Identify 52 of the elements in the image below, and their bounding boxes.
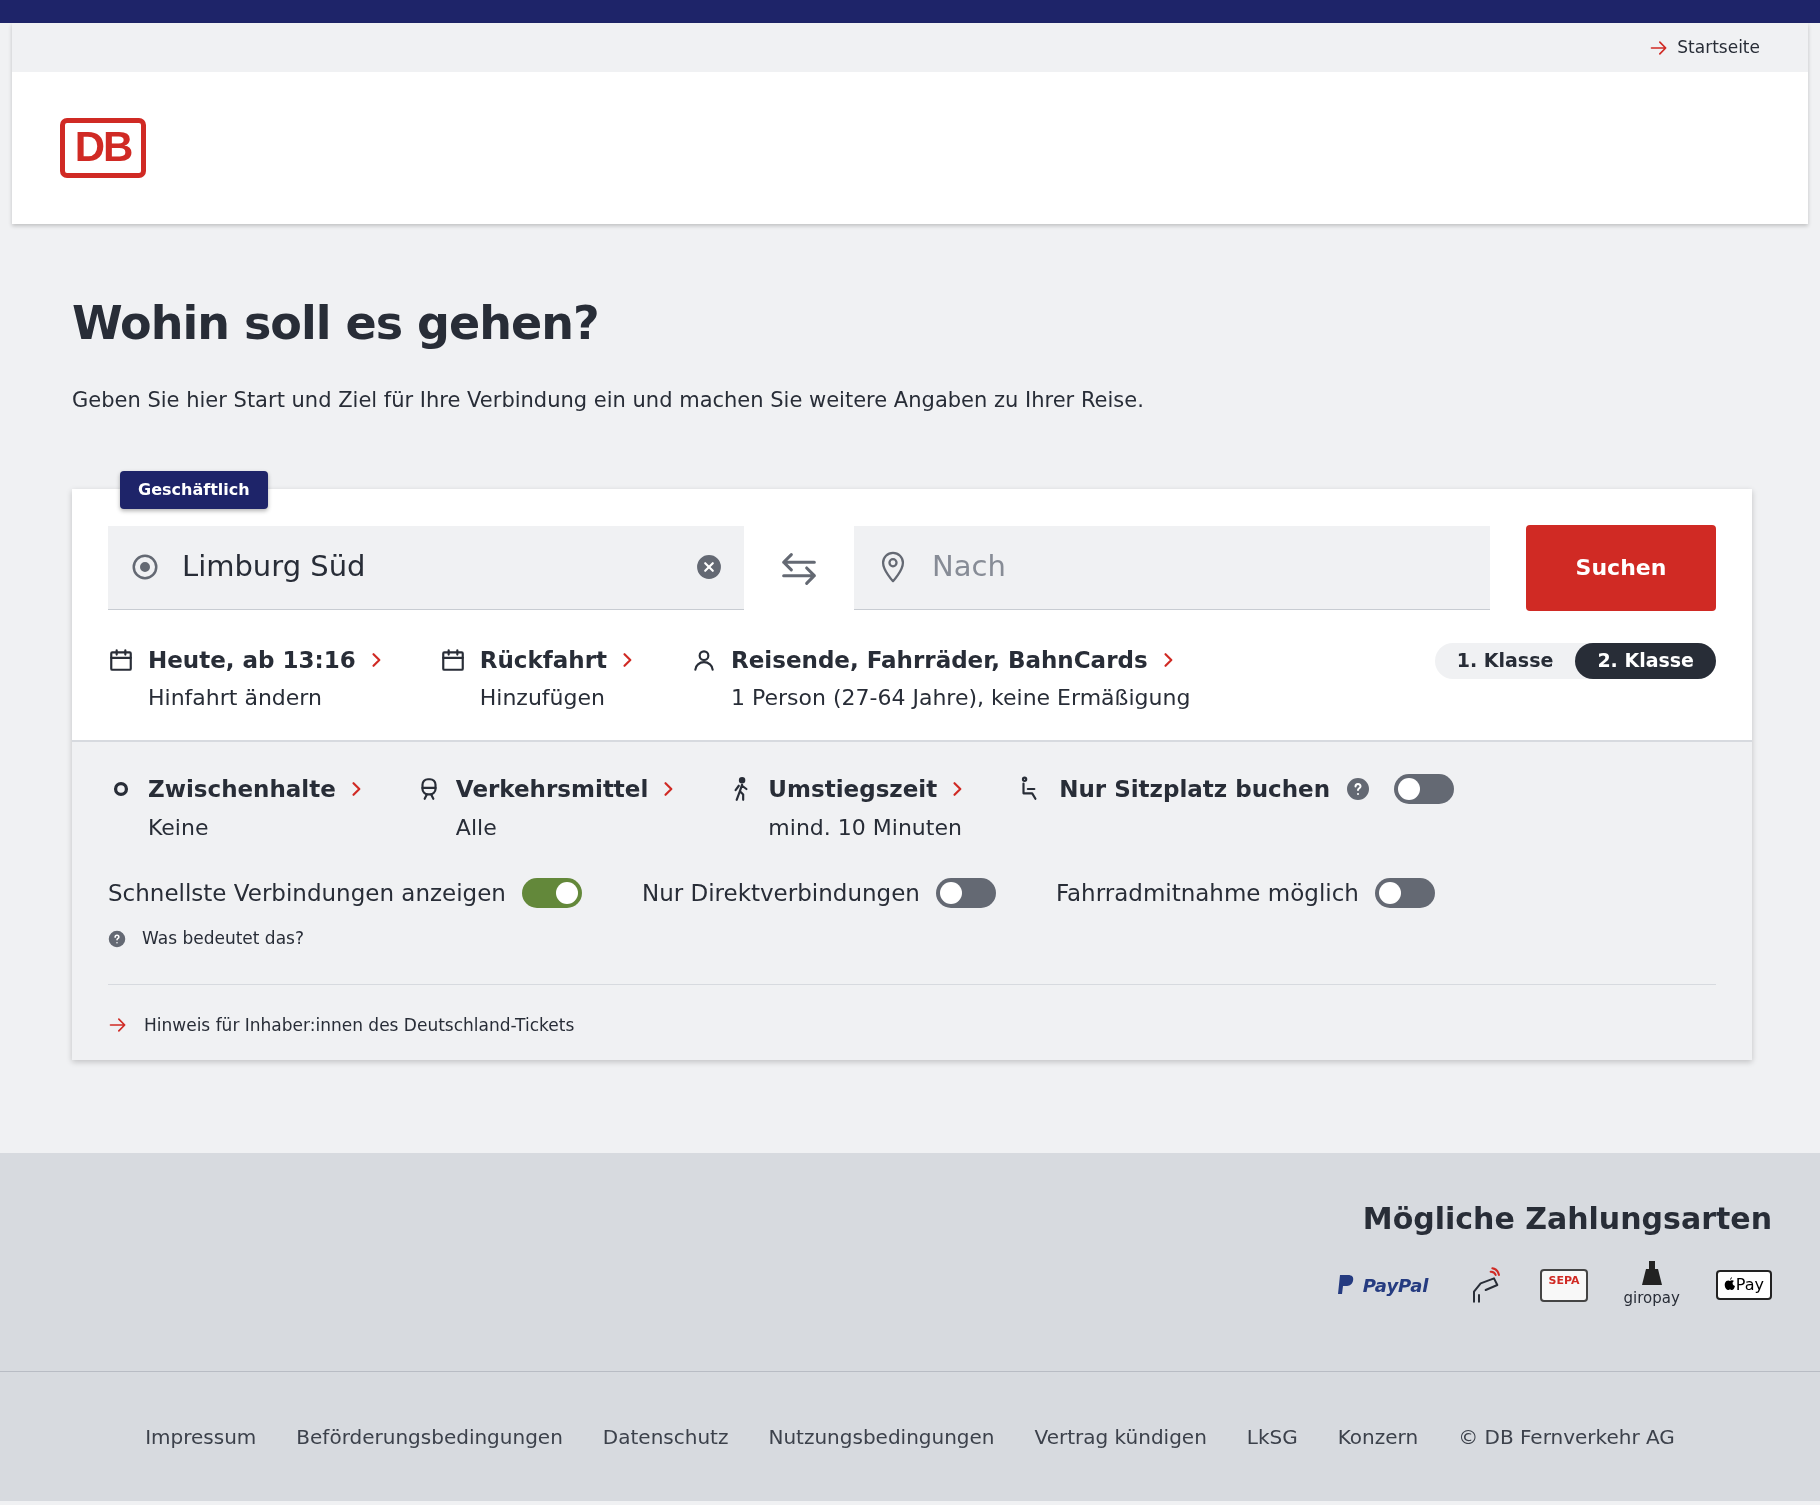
paypal-logo: PayPal	[1336, 1271, 1429, 1299]
calendar-icon	[108, 646, 134, 673]
option-link[interactable]: Heute, ab 13:16	[148, 642, 386, 678]
to-field[interactable]: Nach	[854, 525, 1490, 610]
db-logo[interactable]: DB	[60, 118, 146, 178]
option-value: Alle	[455, 813, 498, 842]
sepa-logo: SEPA	[1540, 1269, 1588, 1302]
search-button[interactable]: Suchen	[1526, 524, 1716, 611]
option-link[interactable]: Zwischenhalte	[148, 772, 366, 807]
footer-link[interactable]: Konzern	[1337, 1421, 1419, 1452]
option-value: mind. 10 Minuten	[768, 813, 963, 842]
page-heading: Wohin soll es gehen?	[72, 296, 600, 352]
footer-link[interactable]: Datenschutz	[602, 1421, 729, 1452]
option-link[interactable]: Rückfahrt	[479, 642, 638, 678]
toggle-switch[interactable]	[935, 877, 996, 908]
class-tab[interactable]: 2. Klasse	[1575, 642, 1716, 679]
option-value: Keine	[148, 813, 210, 842]
to-input[interactable]: Nach	[930, 544, 1468, 590]
footer-link[interactable]: Impressum	[145, 1421, 257, 1452]
toggle-label: Nur Direktverbindungen	[641, 878, 920, 908]
footer-link[interactable]: Beförderungsbedingungen	[296, 1421, 563, 1452]
toggle-switch[interactable]	[521, 877, 582, 908]
option-link[interactable]: Reisende, Fahrräder, BahnCards	[731, 642, 1191, 678]
toggle-label: Schnellste Verbindungen anzeigen	[108, 878, 506, 908]
toggle-switch[interactable]	[1374, 877, 1435, 908]
from-input[interactable]: Limburg Süd	[180, 544, 676, 590]
toggle-label: Fahrradmitnahme möglich	[1055, 878, 1359, 908]
from-field[interactable]: Limburg Süd	[108, 525, 744, 610]
clear-icon[interactable]	[696, 554, 722, 581]
business-badge: Geschäftlich	[120, 470, 268, 509]
footer-link[interactable]: LkSG	[1246, 1421, 1298, 1452]
help-icon[interactable]	[1346, 777, 1371, 802]
option-link[interactable]: Verkehrsmittel	[455, 772, 679, 807]
option-value: 1 Person (27-64 Jahre), keine Ermäßigung	[731, 684, 1191, 713]
seat-option-label: Nur Sitzplatz buchen	[1059, 775, 1331, 805]
option-value: Hinfahrt ändern	[148, 684, 323, 713]
payment-heading: Mögliche Zahlungsarten	[1362, 1201, 1772, 1237]
intro-text: Geben Sie hier Start und Ziel für Ihre Verbindung ein und machen Sie weitere Angaben zu Ihrer Reise.	[72, 387, 1145, 415]
footer-link[interactable]: Nutzungsbedingungen	[768, 1421, 995, 1452]
footer-link[interactable]: © DB Fernverkehr AG	[1458, 1421, 1675, 1452]
toggle-switch[interactable]	[1394, 774, 1455, 805]
footer-link[interactable]: Vertrag kündigen	[1034, 1421, 1207, 1452]
class-tab[interactable]: 1. Klasse	[1434, 642, 1576, 679]
calendar-icon	[439, 646, 466, 673]
startseite-link[interactable]: Startseite	[1649, 34, 1760, 61]
help-link[interactable]: Was bedeutet das?	[142, 926, 304, 952]
hint-link[interactable]: Hinweis für Inhaber:innen des Deutschland-Tickets	[144, 1012, 575, 1039]
option-value: Hinzufügen	[479, 684, 606, 713]
giropay-logo: giropay	[1623, 1261, 1680, 1310]
apple-pay-logo: Pay	[1715, 1270, 1772, 1301]
help-icon	[108, 929, 126, 948]
option-link[interactable]: Umstiegszeit	[768, 772, 968, 807]
